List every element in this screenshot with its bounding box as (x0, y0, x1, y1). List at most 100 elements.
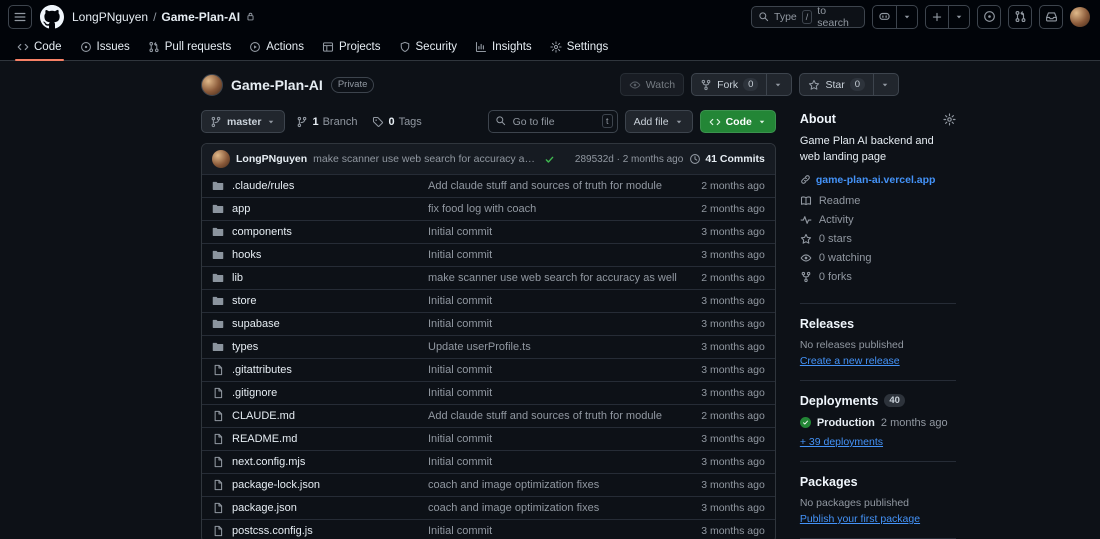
more-deployments-link[interactable]: + 39 deployments (800, 436, 883, 448)
breadcrumb-owner[interactable]: LongPNguyen (72, 10, 148, 24)
tab-actions[interactable]: Actions (240, 33, 313, 60)
branch-selector-button[interactable]: master (201, 110, 286, 133)
tab-settings[interactable]: Settings (541, 33, 618, 60)
file-row[interactable]: types Update userProfile.ts 3 months ago (202, 335, 775, 358)
file-commit-message[interactable]: Initial commit (428, 433, 677, 445)
star-button[interactable]: Star 0 (799, 73, 899, 96)
watching-link[interactable]: 0 watching (800, 252, 956, 264)
file-name[interactable]: app (232, 203, 420, 215)
code-button[interactable]: Code (699, 110, 776, 133)
readme-link[interactable]: Readme (800, 195, 956, 207)
file-commit-message[interactable]: make scanner use web search for accuracy… (428, 272, 677, 284)
file-name[interactable]: .gitattributes (232, 364, 420, 376)
file-commit-message[interactable]: Update userProfile.ts (428, 341, 677, 353)
file-name[interactable]: .claude/rules (232, 180, 420, 192)
file-commit-message[interactable]: Initial commit (428, 249, 677, 261)
file-row[interactable]: .gitignore Initial commit 3 months ago (202, 381, 775, 404)
fork-button[interactable]: Fork 0 (691, 73, 793, 96)
file-row[interactable]: postcss.config.js Initial commit 3 months … (202, 519, 775, 539)
file-name[interactable]: CLAUDE.md (232, 410, 420, 422)
homepage-link[interactable]: game-plan-ai.vercel.app (800, 174, 956, 186)
branches-link[interactable]: 1 Branch (292, 116, 361, 128)
file-name[interactable]: supabase (232, 318, 420, 330)
commit-author[interactable]: LongPNguyen (236, 153, 307, 165)
tab-insights[interactable]: Insights (466, 33, 541, 60)
file-row[interactable]: CLAUDE.md Add claude stuff and sources of… (202, 404, 775, 427)
github-logo[interactable] (40, 5, 64, 29)
chevron-down-icon[interactable] (766, 74, 783, 95)
file-name[interactable]: hooks (232, 249, 420, 261)
file-row[interactable]: hooks Initial commit 3 months ago (202, 243, 775, 266)
commit-author-avatar[interactable] (212, 150, 230, 168)
hamburger-menu-button[interactable] (8, 4, 32, 29)
file-commit-message[interactable]: Add claude stuff and sources of truth fo… (428, 410, 677, 422)
tab-issues[interactable]: Issues (71, 33, 139, 60)
create-release-link[interactable]: Create a new release (800, 355, 900, 367)
file-name[interactable]: lib (232, 272, 420, 284)
file-row[interactable]: package.json coach and image optimization… (202, 496, 775, 519)
forks-link[interactable]: 0 forks (800, 271, 956, 283)
commit-history-link[interactable]: 41 Commits (689, 153, 765, 165)
watch-button[interactable]: Watch (619, 73, 685, 96)
tab-projects[interactable]: Projects (313, 33, 390, 60)
copilot-button[interactable] (872, 4, 918, 29)
tab-pull-requests[interactable]: Pull requests (139, 33, 240, 60)
deployment-env[interactable]: Production (817, 417, 875, 429)
file-row[interactable]: .gitattributes Initial commit 3 months ago (202, 358, 775, 381)
file-commit-message[interactable]: Initial commit (428, 387, 677, 399)
file-name[interactable]: store (232, 295, 420, 307)
publish-package-link[interactable]: Publish your first package (800, 513, 920, 525)
check-icon[interactable] (544, 154, 555, 165)
file-name[interactable]: types (232, 341, 420, 353)
go-to-file-input[interactable] (487, 110, 618, 133)
file-commit-message[interactable]: coach and image optimization fixes (428, 502, 677, 514)
file-name[interactable]: README.md (232, 433, 420, 445)
file-name[interactable]: postcss.config.js (232, 525, 420, 537)
add-file-button[interactable]: Add file (624, 110, 693, 133)
repo-title[interactable]: Game-Plan-AI (231, 77, 323, 93)
file-row[interactable]: app fix food log with coach 2 months ago (202, 197, 775, 220)
file-row[interactable]: components Initial commit 3 months ago (202, 220, 775, 243)
file-commit-message[interactable]: coach and image optimization fixes (428, 479, 677, 491)
file-commit-message[interactable]: Initial commit (428, 226, 677, 238)
chevron-down-icon[interactable] (896, 5, 917, 28)
file-row[interactable]: package-lock.json coach and image optimiz… (202, 473, 775, 496)
file-commit-message[interactable]: Initial commit (428, 525, 677, 537)
file-commit-message[interactable]: Initial commit (428, 364, 677, 376)
tab-security[interactable]: Security (390, 33, 467, 60)
pull-requests-icon-button[interactable] (1008, 4, 1032, 29)
file-name[interactable]: .gitignore (232, 387, 420, 399)
file-row[interactable]: .claude/rules Add claude stuff and source… (202, 174, 775, 197)
activity-link[interactable]: Activity (800, 214, 956, 226)
deployment-item[interactable]: Production 2 months ago (799, 417, 956, 429)
chevron-down-icon[interactable] (873, 74, 890, 95)
file-row[interactable]: next.config.mjs Initial commit 3 months ag… (202, 450, 775, 473)
file-commit-message[interactable]: Initial commit (428, 456, 677, 468)
breadcrumb-repo[interactable]: Game-Plan-AI (161, 10, 240, 24)
file-row[interactable]: lib make scanner use web search for accur… (202, 266, 775, 289)
user-avatar[interactable] (1070, 6, 1090, 27)
file-commit-message[interactable]: Add claude stuff and sources of truth fo… (428, 180, 677, 192)
commit-meta[interactable]: 289532d · 2 months ago (575, 154, 683, 165)
file-commit-message[interactable]: Initial commit (428, 295, 677, 307)
create-new-button[interactable] (925, 4, 970, 29)
tab-code[interactable]: Code (8, 33, 71, 61)
inbox-icon-button[interactable] (1039, 4, 1063, 29)
file-name[interactable]: package.json (232, 502, 420, 514)
global-search-input[interactable]: Type / to search (751, 5, 865, 29)
file-commit-message[interactable]: fix food log with coach (428, 203, 677, 215)
file-name[interactable]: components (232, 226, 420, 238)
file-row[interactable]: store Initial commit 3 months ago (202, 289, 775, 312)
repo-owner-avatar[interactable] (201, 73, 223, 96)
file-commit-message[interactable]: Initial commit (428, 318, 677, 330)
issues-icon-button[interactable] (977, 4, 1001, 29)
file-row[interactable]: README.md Initial commit 3 months ago (202, 427, 775, 450)
file-name[interactable]: package-lock.json (232, 479, 420, 491)
gear-icon[interactable] (943, 113, 956, 126)
file-name[interactable]: next.config.mjs (232, 456, 420, 468)
file-icon (212, 364, 224, 376)
stars-link[interactable]: 0 stars (800, 233, 956, 245)
file-row[interactable]: supabase Initial commit 3 months ago (202, 312, 775, 335)
commit-message[interactable]: make scanner use web search for accuracy… (313, 153, 538, 165)
tags-link[interactable]: 0 Tags (368, 116, 425, 128)
